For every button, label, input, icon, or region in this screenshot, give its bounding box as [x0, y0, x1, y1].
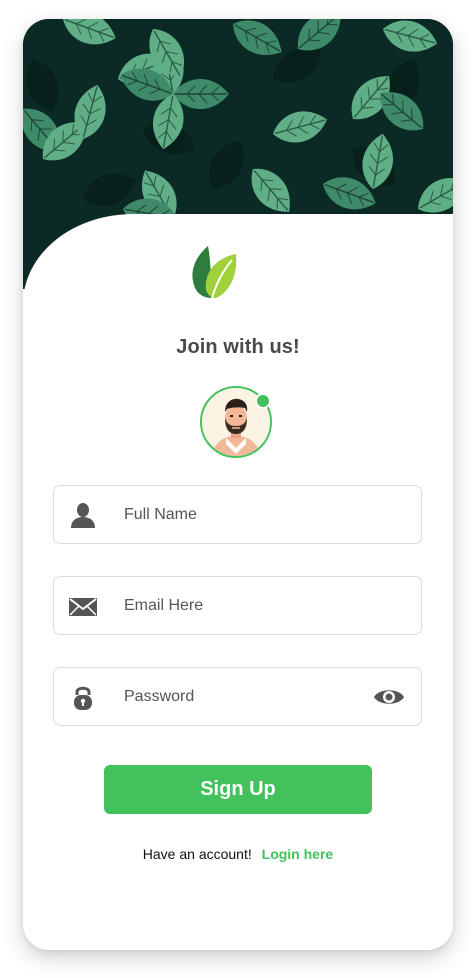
have-account-text: Have an account! [142, 846, 252, 862]
check-badge-icon [255, 393, 271, 409]
leaf-logo-icon [192, 246, 237, 299]
password-input[interactable] [124, 668, 354, 725]
full-name-input[interactable] [124, 486, 354, 543]
sign-up-button[interactable]: Sign Up [104, 765, 372, 814]
envelope-icon [69, 598, 97, 616]
lock-icon [74, 686, 92, 710]
page-title: Join with us! [176, 336, 300, 358]
eye-icon[interactable] [373, 685, 405, 709]
password-field[interactable] [53, 667, 422, 726]
full-name-field[interactable] [53, 485, 422, 544]
email-field[interactable] [53, 576, 422, 635]
email-input[interactable] [124, 577, 354, 634]
login-link[interactable]: Login here [262, 846, 334, 862]
user-icon [71, 503, 95, 528]
login-prompt: Have an account! Login here [0, 846, 476, 862]
